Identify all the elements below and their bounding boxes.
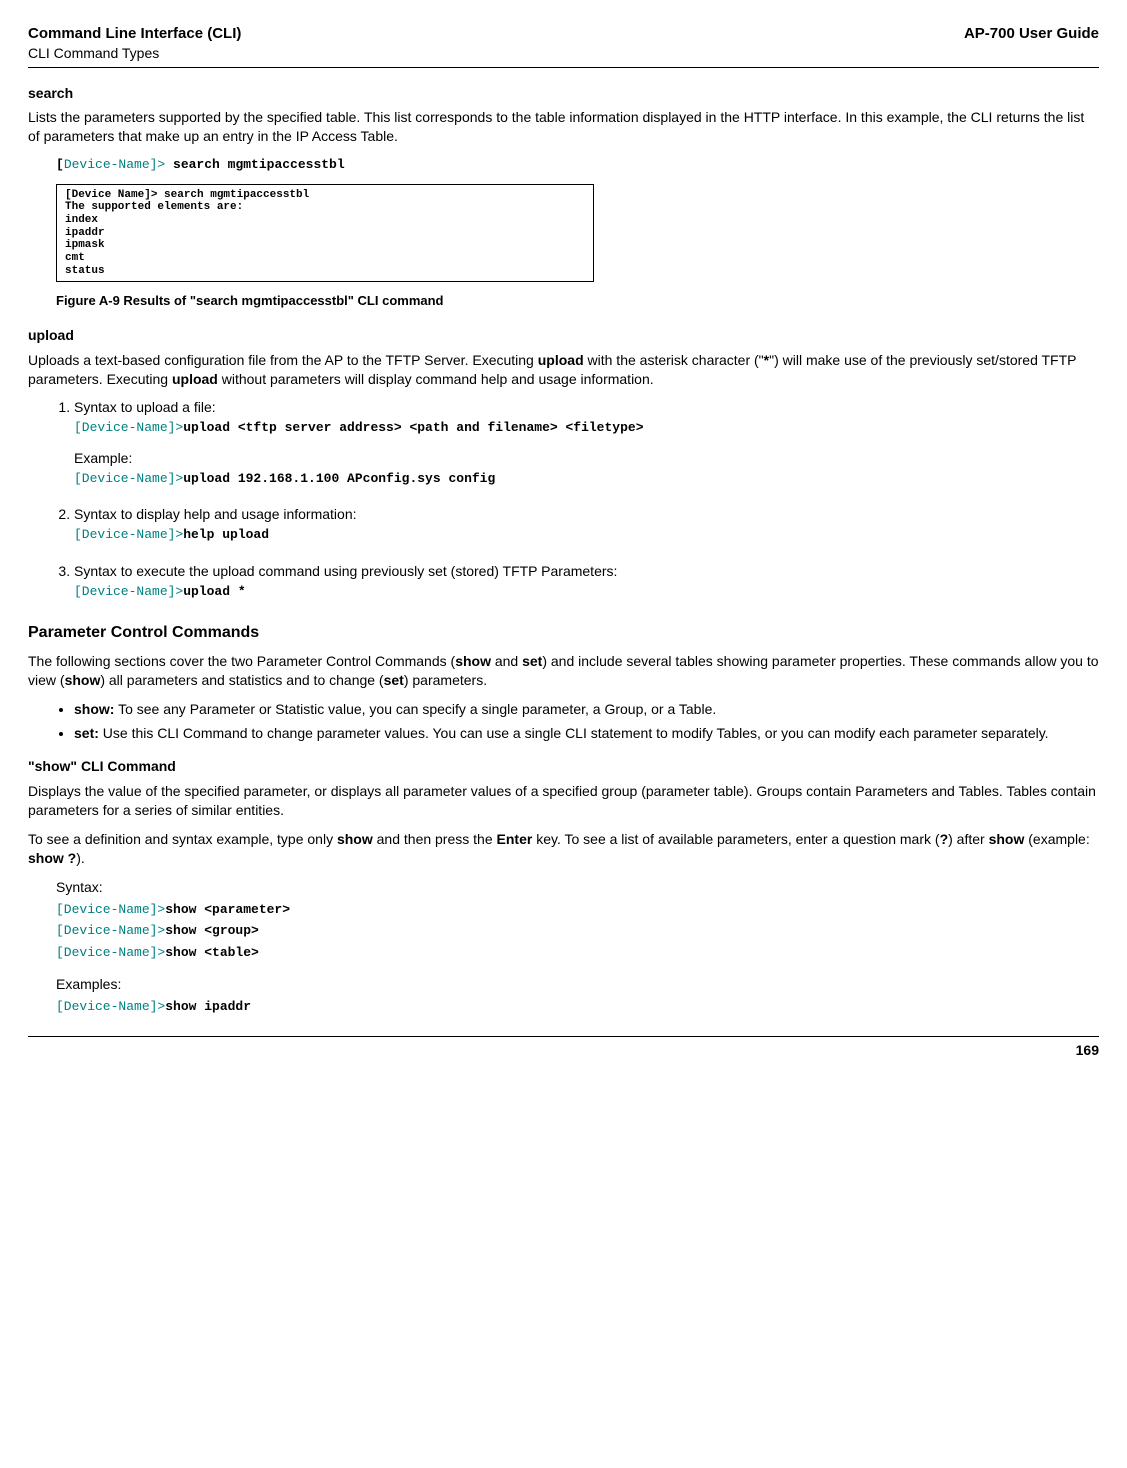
text: and xyxy=(491,653,522,669)
search-heading: search xyxy=(28,84,1099,103)
prompt-bracket: [ xyxy=(56,157,64,172)
cli-line: status xyxy=(65,265,585,278)
syntax-block: Syntax: [Device-Name]>show <parameter> [… xyxy=(56,878,1099,962)
text: with the asterisk character (" xyxy=(584,352,764,368)
upload-steps: Syntax to upload a file: [Device-Name]>u… xyxy=(56,398,1099,600)
examples-block: Examples: [Device-Name]>show ipaddr xyxy=(56,975,1099,1015)
text-bold: show: xyxy=(74,701,114,717)
text: ) parameters. xyxy=(404,672,487,688)
step-label: Syntax to execute the upload command usi… xyxy=(74,563,617,579)
text: To see a definition and syntax example, … xyxy=(28,831,337,847)
text-bold: show xyxy=(65,672,101,688)
text-bold: set xyxy=(522,653,542,669)
cmd: show <parameter> xyxy=(165,902,290,917)
syntax-line: [Device-Name]>show <group> xyxy=(56,920,1099,940)
text: ) all parameters and statistics and to c… xyxy=(100,672,383,688)
bullet-set: set: Use this CLI Command to change para… xyxy=(74,724,1099,743)
text: Uploads a text-based configuration file … xyxy=(28,352,538,368)
text-bold: show xyxy=(455,653,491,669)
text: ) after xyxy=(948,831,988,847)
cmd: show <table> xyxy=(165,945,259,960)
step-label: Syntax to upload a file: xyxy=(74,399,216,415)
upload-description: Uploads a text-based configuration file … xyxy=(28,351,1099,389)
text-bold: set: xyxy=(74,725,99,741)
text: ). xyxy=(76,850,85,866)
prompt: [Device-Name]> xyxy=(74,584,183,599)
text: without parameters will display command … xyxy=(218,371,654,387)
prompt: [Device-Name]> xyxy=(56,999,165,1014)
cmd: upload 192.168.1.100 APconfig.sys config xyxy=(183,471,495,486)
cli-line: ipaddr xyxy=(65,227,585,240)
cli-line: The supported elements are: xyxy=(65,201,585,214)
search-command-line: [Device-Name]> search mgmtipaccesstbl xyxy=(56,156,1099,174)
text: (example: xyxy=(1024,831,1089,847)
show-cmd-heading: "show" CLI Command xyxy=(28,757,1099,776)
cmd: show ipaddr xyxy=(165,999,251,1014)
search-cmd: search mgmtipaccesstbl xyxy=(173,157,345,172)
text-bold: upload xyxy=(538,352,584,368)
syntax-line: [Device-Name]>show <parameter> xyxy=(56,899,1099,919)
spacer xyxy=(74,437,1099,449)
prompt: [Device-Name]> xyxy=(74,471,183,486)
upload-step-1: Syntax to upload a file: [Device-Name]>u… xyxy=(74,398,1099,487)
show-cmd-desc1: Displays the value of the specified para… xyxy=(28,782,1099,820)
prompt: [Device-Name]> xyxy=(56,902,165,917)
text: The following sections cover the two Par… xyxy=(28,653,455,669)
text-bold: upload xyxy=(172,371,218,387)
cli-line: index xyxy=(65,214,585,227)
prompt: [Device-Name]> xyxy=(74,420,183,435)
search-prompt: Device-Name]> xyxy=(64,157,173,172)
syntax-label: Syntax: xyxy=(56,878,1099,897)
cli-line: [Device Name]> search mgmtipaccesstbl xyxy=(65,189,585,202)
header-guide: AP-700 User Guide xyxy=(964,24,1099,44)
figure-caption: Figure A-9 Results of "search mgmtipacce… xyxy=(56,292,1099,310)
cmd: upload <tftp server address> <path and f… xyxy=(183,420,643,435)
cmd: show <group> xyxy=(165,923,259,938)
text-bold: set xyxy=(384,672,404,688)
text: To see any Parameter or Statistic value,… xyxy=(114,701,716,717)
page-header: Command Line Interface (CLI) CLI Command… xyxy=(28,24,1099,68)
param-ctrl-desc: The following sections cover the two Par… xyxy=(28,652,1099,690)
upload-step-3: Syntax to execute the upload command usi… xyxy=(74,562,1099,600)
upload-heading: upload xyxy=(28,326,1099,345)
cli-line: ipmask xyxy=(65,239,585,252)
cmd: upload * xyxy=(183,584,245,599)
page-footer: 169 xyxy=(28,1036,1099,1060)
page-number: 169 xyxy=(1076,1042,1099,1058)
bullet-show: show: To see any Parameter or Statistic … xyxy=(74,700,1099,719)
example-line: [Device-Name]>show ipaddr xyxy=(56,996,1099,1016)
prompt: [Device-Name]> xyxy=(56,945,165,960)
header-title: Command Line Interface (CLI) xyxy=(28,25,241,42)
step-label: Syntax to display help and usage informa… xyxy=(74,506,357,522)
text-bold: ? xyxy=(940,831,949,847)
prompt: [Device-Name]> xyxy=(56,923,165,938)
example-label: Example: xyxy=(74,450,132,466)
prompt: [Device-Name]> xyxy=(74,527,183,542)
text-bold: show ? xyxy=(28,850,76,866)
text: and then press the xyxy=(373,831,497,847)
param-ctrl-heading: Parameter Control Commands xyxy=(28,622,1099,644)
syntax-line: [Device-Name]>show <table> xyxy=(56,942,1099,962)
examples-label: Examples: xyxy=(56,975,1099,994)
cmd: help upload xyxy=(183,527,269,542)
text-bold: show xyxy=(337,831,373,847)
header-left: Command Line Interface (CLI) CLI Command… xyxy=(28,24,241,65)
header-subtitle: CLI Command Types xyxy=(28,45,159,61)
cli-output-box: [Device Name]> search mgmtipaccesstbl Th… xyxy=(56,184,594,282)
text-bold: Enter xyxy=(497,831,533,847)
text: Use this CLI Command to change parameter… xyxy=(99,725,1049,741)
text: key. To see a list of available paramete… xyxy=(532,831,939,847)
cli-line: cmt xyxy=(65,252,585,265)
search-description: Lists the parameters supported by the sp… xyxy=(28,108,1099,146)
show-cmd-desc2: To see a definition and syntax example, … xyxy=(28,830,1099,868)
param-ctrl-bullets: show: To see any Parameter or Statistic … xyxy=(56,700,1099,744)
text-bold: show xyxy=(989,831,1025,847)
upload-step-2: Syntax to display help and usage informa… xyxy=(74,505,1099,543)
